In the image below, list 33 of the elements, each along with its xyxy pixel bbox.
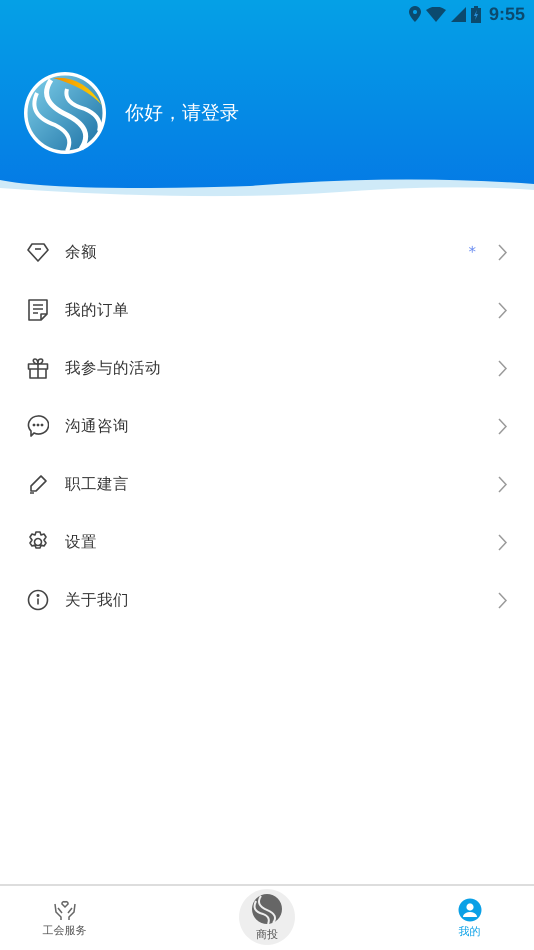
hands-heart-icon [52, 898, 76, 920]
chevron-right-icon [498, 360, 507, 376]
login-greeting[interactable]: 你好，请登录 [125, 100, 239, 126]
chevron-right-icon [498, 534, 507, 550]
wifi-icon [426, 6, 446, 22]
battery-icon [470, 6, 481, 22]
logo-avatar[interactable] [23, 71, 107, 155]
nav-tab[interactable]: 商投 [239, 889, 295, 945]
menu-item[interactable]: 我的订单 [0, 281, 534, 339]
nav-tab[interactable]: 工会服务 [0, 886, 129, 950]
menu-item[interactable]: 余额 * [0, 223, 534, 281]
status-time: 9:55 [488, 4, 525, 24]
gift-icon [27, 357, 49, 379]
menu-item[interactable]: 我参与的活动 [0, 339, 534, 397]
chevron-right-icon [498, 592, 507, 608]
user-icon [458, 898, 482, 922]
menu-item[interactable]: 沟通咨询 [0, 397, 534, 455]
diamond-icon [27, 241, 49, 263]
balance-value: * [468, 243, 476, 261]
chevron-right-icon [498, 476, 507, 492]
location-icon [408, 6, 421, 22]
pencil-icon [27, 473, 49, 495]
chat-icon [27, 415, 49, 437]
menu-item[interactable]: 设置 [0, 513, 534, 571]
document-icon [27, 299, 49, 321]
chevron-right-icon [498, 244, 507, 260]
info-icon [27, 589, 49, 611]
menu-item[interactable]: 职工建言 [0, 455, 534, 513]
chevron-right-icon [498, 418, 507, 434]
logo-icon [251, 892, 283, 924]
signal-icon [450, 6, 466, 22]
menu-item[interactable]: 关于我们 [0, 571, 534, 629]
chevron-right-icon [498, 302, 507, 318]
